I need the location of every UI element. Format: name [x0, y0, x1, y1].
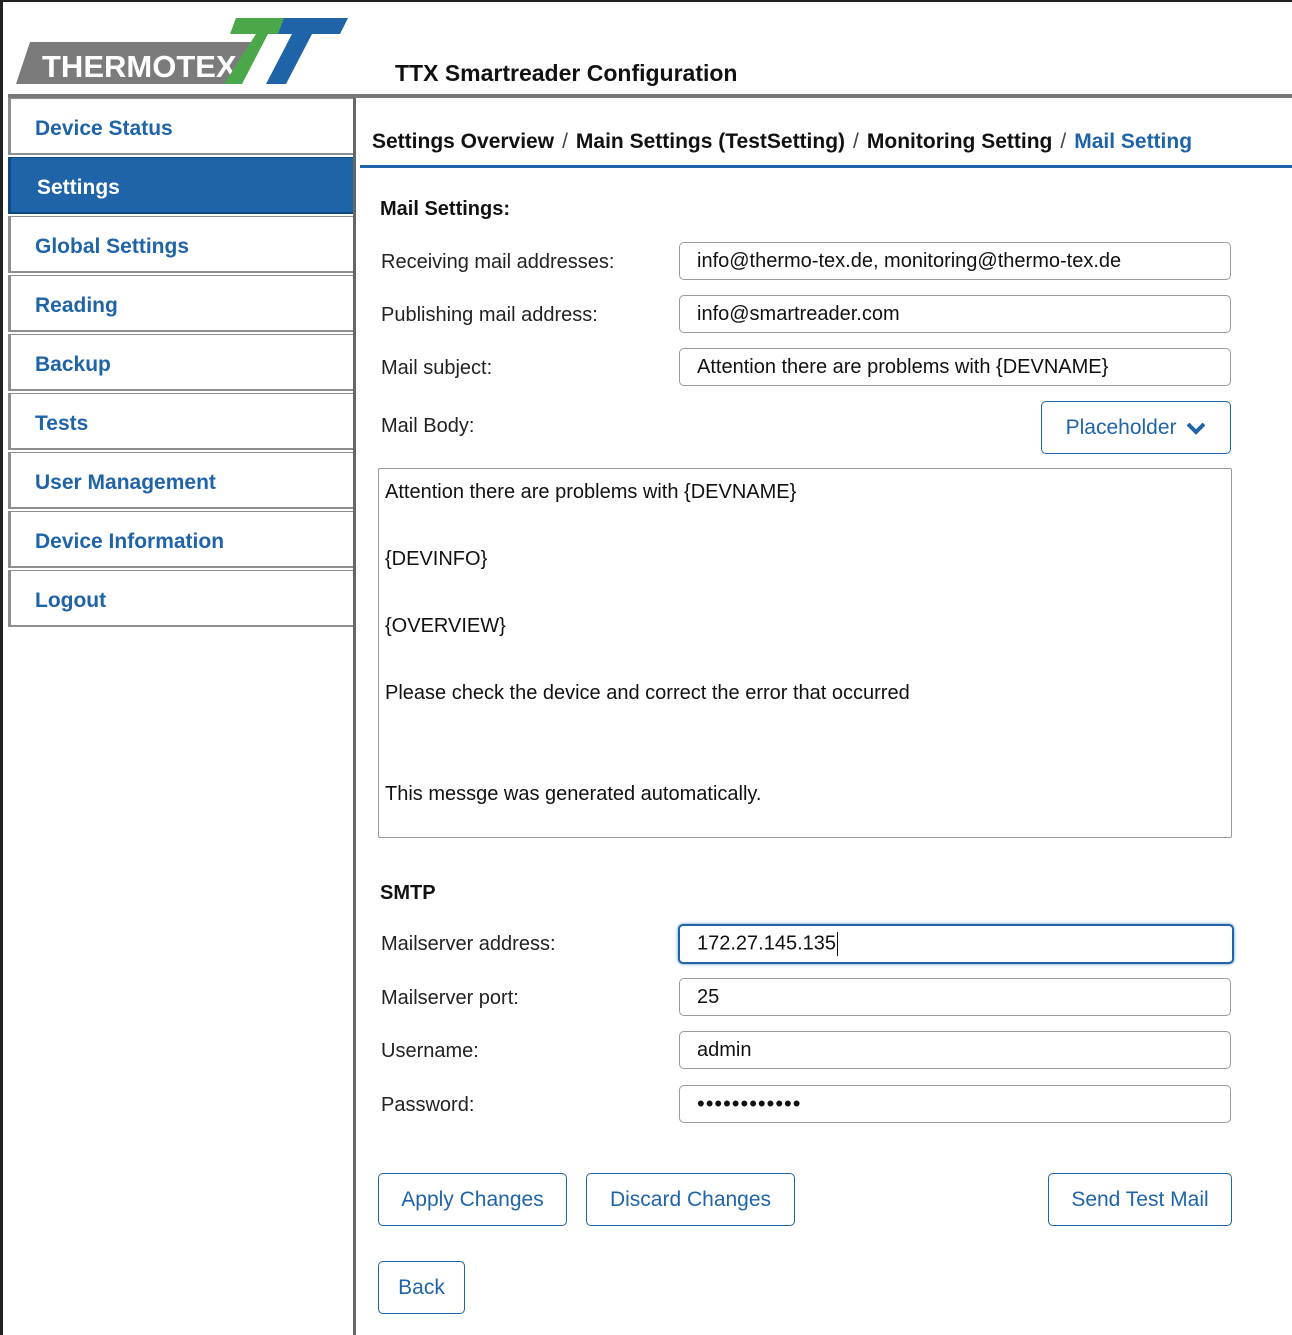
- placeholder-button-label: Placeholder: [1065, 416, 1177, 439]
- username-label: Username:: [381, 1040, 479, 1062]
- mailserver-port-label: Mailserver port:: [381, 987, 519, 1009]
- thermotex-logo: THERMOTEX: [16, 18, 348, 84]
- sidebar-nav: Device Status Settings Global Settings R…: [8, 98, 356, 629]
- publishing-mail-input[interactable]: [679, 295, 1231, 333]
- mailserver-address-value: 172.27.145.135: [697, 932, 839, 956]
- breadcrumb-monitoring-setting[interactable]: Monitoring Setting: [867, 130, 1052, 153]
- mail-body-label: Mail Body:: [381, 415, 475, 437]
- mail-body-line: This messge was generated automatically.: [385, 783, 762, 805]
- publishing-mail-label: Publishing mail address:: [381, 304, 598, 326]
- mail-settings-title: Mail Settings:: [380, 198, 511, 220]
- placeholder-dropdown-button[interactable]: Placeholder: [1041, 401, 1231, 454]
- discard-changes-button[interactable]: Discard Changes: [586, 1173, 795, 1226]
- logo-text: THERMOTEX: [42, 49, 237, 84]
- mail-body-line: Attention there are problems with {DEVNA…: [385, 481, 797, 503]
- sidebar-item-device-information[interactable]: Device Information: [8, 511, 356, 568]
- sidebar-item-device-status[interactable]: Device Status: [8, 98, 356, 155]
- mail-body-line: {DEVINFO}: [385, 548, 488, 570]
- mailserver-address-label: Mailserver address:: [381, 933, 556, 955]
- breadcrumb-separator: /: [562, 130, 568, 153]
- sidebar-divider: [353, 98, 356, 1335]
- sidebar-item-user-management[interactable]: User Management: [8, 452, 356, 509]
- window-frame-left: [0, 0, 3, 1335]
- apply-changes-button[interactable]: Apply Changes: [378, 1173, 567, 1226]
- sidebar-item-backup[interactable]: Backup: [8, 334, 356, 391]
- sidebar-item-reading[interactable]: Reading: [8, 275, 356, 332]
- breadcrumb-separator: /: [853, 130, 859, 153]
- breadcrumb-main-settings[interactable]: Main Settings (TestSetting): [576, 130, 845, 153]
- mail-subject-input[interactable]: [679, 348, 1231, 386]
- mail-body-line: Please check the device and correct the …: [385, 682, 910, 704]
- mail-body-line: {OVERVIEW}: [385, 615, 506, 637]
- breadcrumb-underline: [360, 165, 1292, 168]
- smtp-title: SMTP: [380, 882, 436, 904]
- breadcrumb-mail-setting: Mail Setting: [1074, 130, 1193, 153]
- breadcrumb-separator: /: [1060, 130, 1067, 153]
- password-input[interactable]: [679, 1085, 1231, 1123]
- text-caret: [837, 932, 839, 956]
- mail-body-textarea[interactable]: Attention there are problems with {DEVNA…: [378, 468, 1232, 838]
- mailserver-port-input[interactable]: [679, 978, 1231, 1016]
- back-button[interactable]: Back: [378, 1261, 465, 1314]
- app-title: TTX Smartreader Configuration: [395, 60, 738, 86]
- send-test-mail-button[interactable]: Send Test Mail: [1048, 1173, 1232, 1226]
- header: THERMOTEX TTX Smartreader Configuration: [0, 0, 1292, 96]
- password-label: Password:: [381, 1094, 475, 1116]
- breadcrumb: Settings Overview / Main Settings (TestSet…: [372, 130, 1192, 154]
- sidebar-item-logout[interactable]: Logout: [8, 570, 356, 627]
- receiving-mail-label: Receiving mail addresses:: [381, 251, 615, 273]
- chevron-down-icon: [1186, 423, 1206, 436]
- mail-subject-label: Mail subject:: [381, 357, 493, 379]
- mailserver-address-text: 172.27.145.135: [697, 932, 837, 955]
- sidebar-item-tests[interactable]: Tests: [8, 393, 356, 450]
- breadcrumb-settings-overview[interactable]: Settings Overview: [372, 130, 554, 153]
- receiving-mail-input[interactable]: [679, 242, 1231, 280]
- sidebar-item-global-settings[interactable]: Global Settings: [8, 216, 356, 273]
- sidebar-item-settings[interactable]: Settings: [8, 157, 356, 214]
- username-input[interactable]: [679, 1031, 1231, 1069]
